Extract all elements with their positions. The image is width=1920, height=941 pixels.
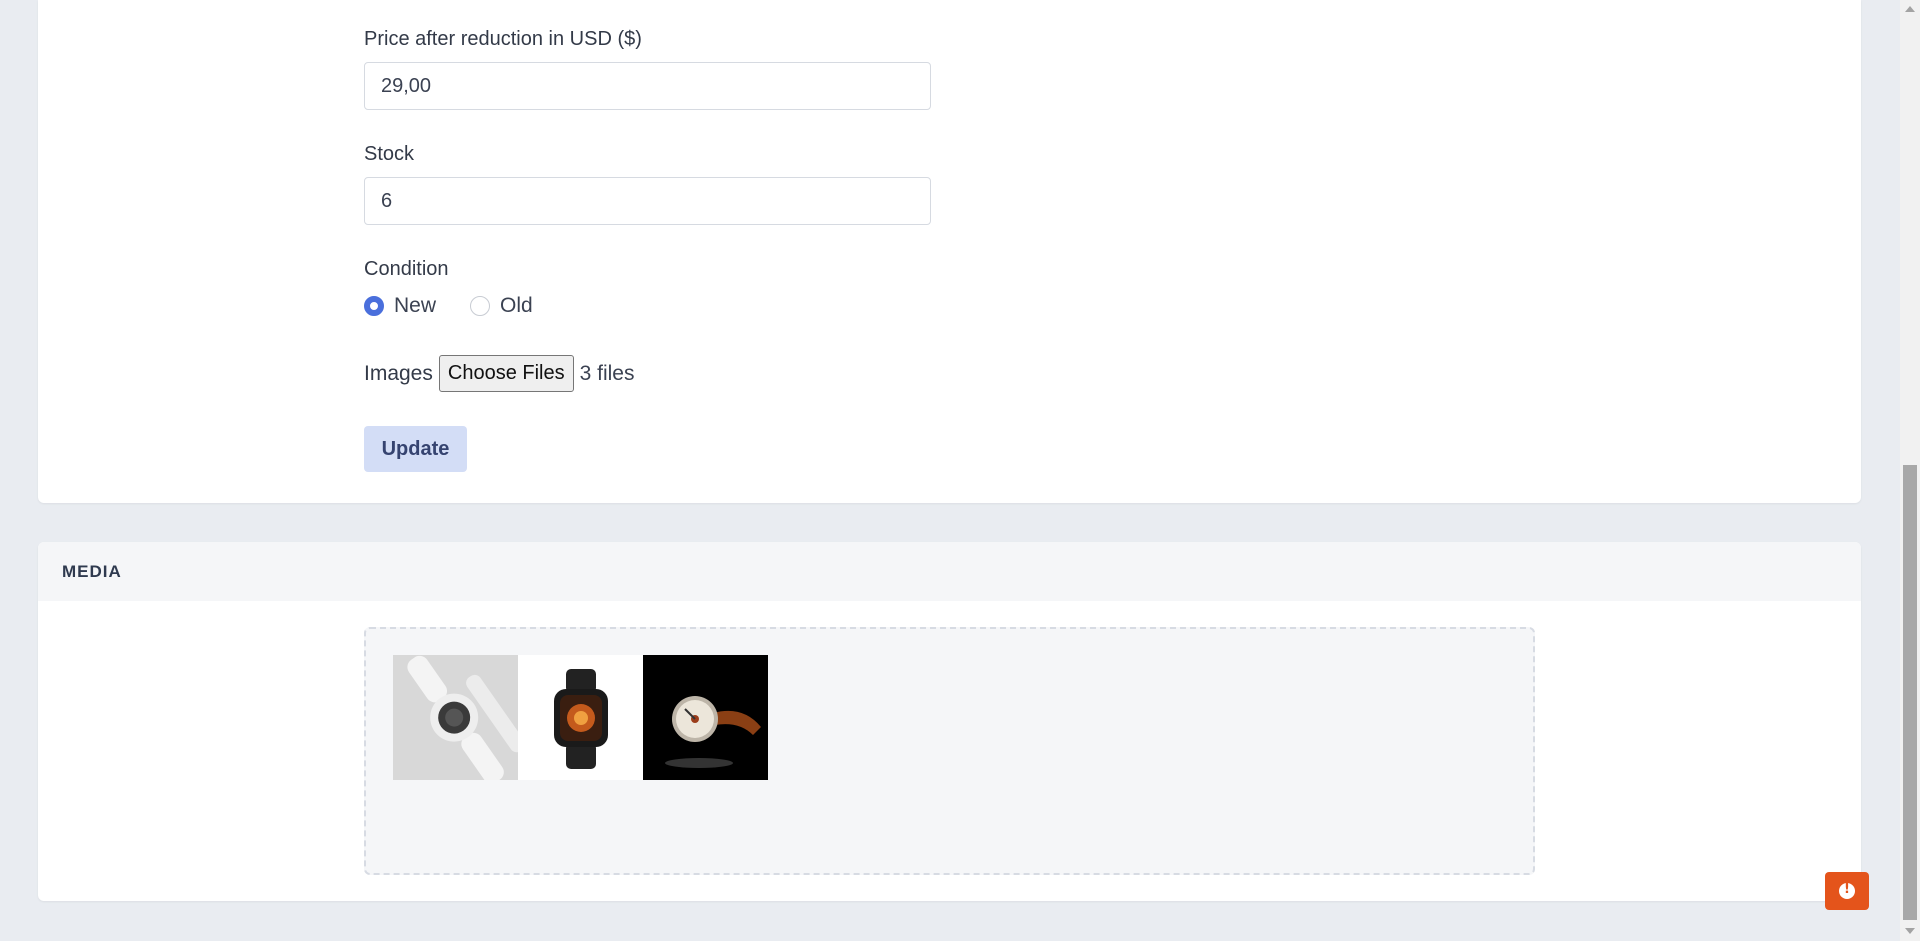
- condition-label: Condition: [364, 258, 449, 280]
- choose-files-button[interactable]: Choose Files: [438, 355, 574, 392]
- media-title: MEDIA: [62, 561, 122, 581]
- black-smartwatch-thumbnail[interactable]: [518, 655, 643, 780]
- price-after-reduction-label: Price after reduction in USD ($): [364, 28, 642, 50]
- files-selected-count: 3 files: [579, 361, 635, 385]
- images-upload-row: Images Choose Files 3 files: [364, 355, 634, 392]
- stock-input[interactable]: [364, 177, 931, 225]
- media-dropzone[interactable]: [364, 627, 1535, 875]
- radio-unchecked-icon[interactable]: [470, 296, 491, 316]
- alert-circle-icon: [1839, 882, 1855, 899]
- condition-radio-old[interactable]: Old: [470, 294, 533, 318]
- radio-checked-icon[interactable]: [364, 296, 384, 316]
- media-header: MEDIA: [38, 542, 1861, 601]
- product-edit-form-card: [38, 0, 1861, 503]
- scroll-up-arrow-icon[interactable]: [1905, 6, 1915, 12]
- condition-old-label: Old: [500, 294, 533, 317]
- condition-new-label: New: [394, 294, 437, 317]
- alert-floating-button[interactable]: [1825, 872, 1869, 910]
- scrollbar-thumb[interactable]: [1903, 465, 1917, 920]
- update-button[interactable]: Update: [364, 426, 467, 472]
- media-card: MEDIA: [38, 542, 1861, 901]
- price-after-reduction-input[interactable]: [364, 62, 931, 110]
- images-label: Images: [364, 361, 433, 385]
- leather-watch-thumbnail[interactable]: [643, 655, 768, 780]
- media-thumbnails: [393, 655, 768, 780]
- vertical-scrollbar[interactable]: [1900, 0, 1920, 941]
- white-smartwatch-thumbnail[interactable]: [393, 655, 518, 780]
- scroll-down-arrow-icon[interactable]: [1905, 928, 1915, 934]
- stock-label: Stock: [364, 143, 415, 165]
- condition-radio-new[interactable]: New: [364, 294, 436, 318]
- condition-radio-group: New Old: [364, 294, 567, 318]
